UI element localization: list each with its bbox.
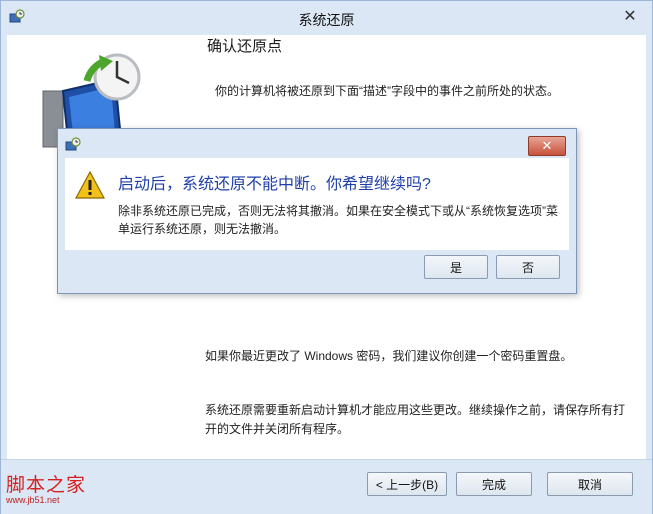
confirm-dialog: ✕ 启动后，系统还原不能中断。你希望继续吗? 除非系统还原已完成，否则无法将其撤… [57, 128, 577, 294]
dialog-message: 除非系统还原已完成，否则无法将其撤消。如果在安全模式下或从“系统恢复选项”菜单运… [118, 204, 558, 236]
restart-note: 系统还原需要重新启动计算机才能应用这些更改。继续操作之前，请保存所有打开的文件并… [205, 403, 626, 436]
dialog-body: 启动后，系统还原不能中断。你希望继续吗? 除非系统还原已完成，否则无法将其撤消。… [65, 158, 569, 250]
window-title: 系统还原 [298, 12, 355, 28]
dialog-question: 启动后，系统还原不能中断。你希望继续吗? [118, 176, 431, 193]
system-restore-icon [65, 137, 81, 151]
finish-button[interactable]: 完成 [456, 472, 532, 496]
yes-button[interactable]: 是 [424, 255, 488, 279]
watermark-title: 脚本之家 [6, 474, 87, 496]
window-close-button[interactable]: ✕ [614, 7, 646, 27]
back-button[interactable]: < 上一步(B) [367, 472, 447, 496]
page-heading: 确认还原点 [207, 38, 283, 55]
wizard-footer: < 上一步(B) 完成 取消 [1, 459, 652, 514]
dialog-close-button[interactable]: ✕ [528, 136, 566, 156]
site-watermark: 脚本之家 www.jb51.net [6, 470, 86, 505]
title-bar: 系统还原 ✕ [1, 1, 652, 35]
password-note: 如果你最近更改了 Windows 密码，我们建议你创建一个密码重置盘。 [205, 349, 573, 363]
cancel-button[interactable]: 取消 [547, 472, 633, 496]
no-button[interactable]: 否 [496, 255, 560, 279]
restore-description: 你的计算机将被还原到下面“描述”字段中的事件之前所处的状态。 [215, 84, 559, 98]
warning-icon [75, 171, 105, 199]
